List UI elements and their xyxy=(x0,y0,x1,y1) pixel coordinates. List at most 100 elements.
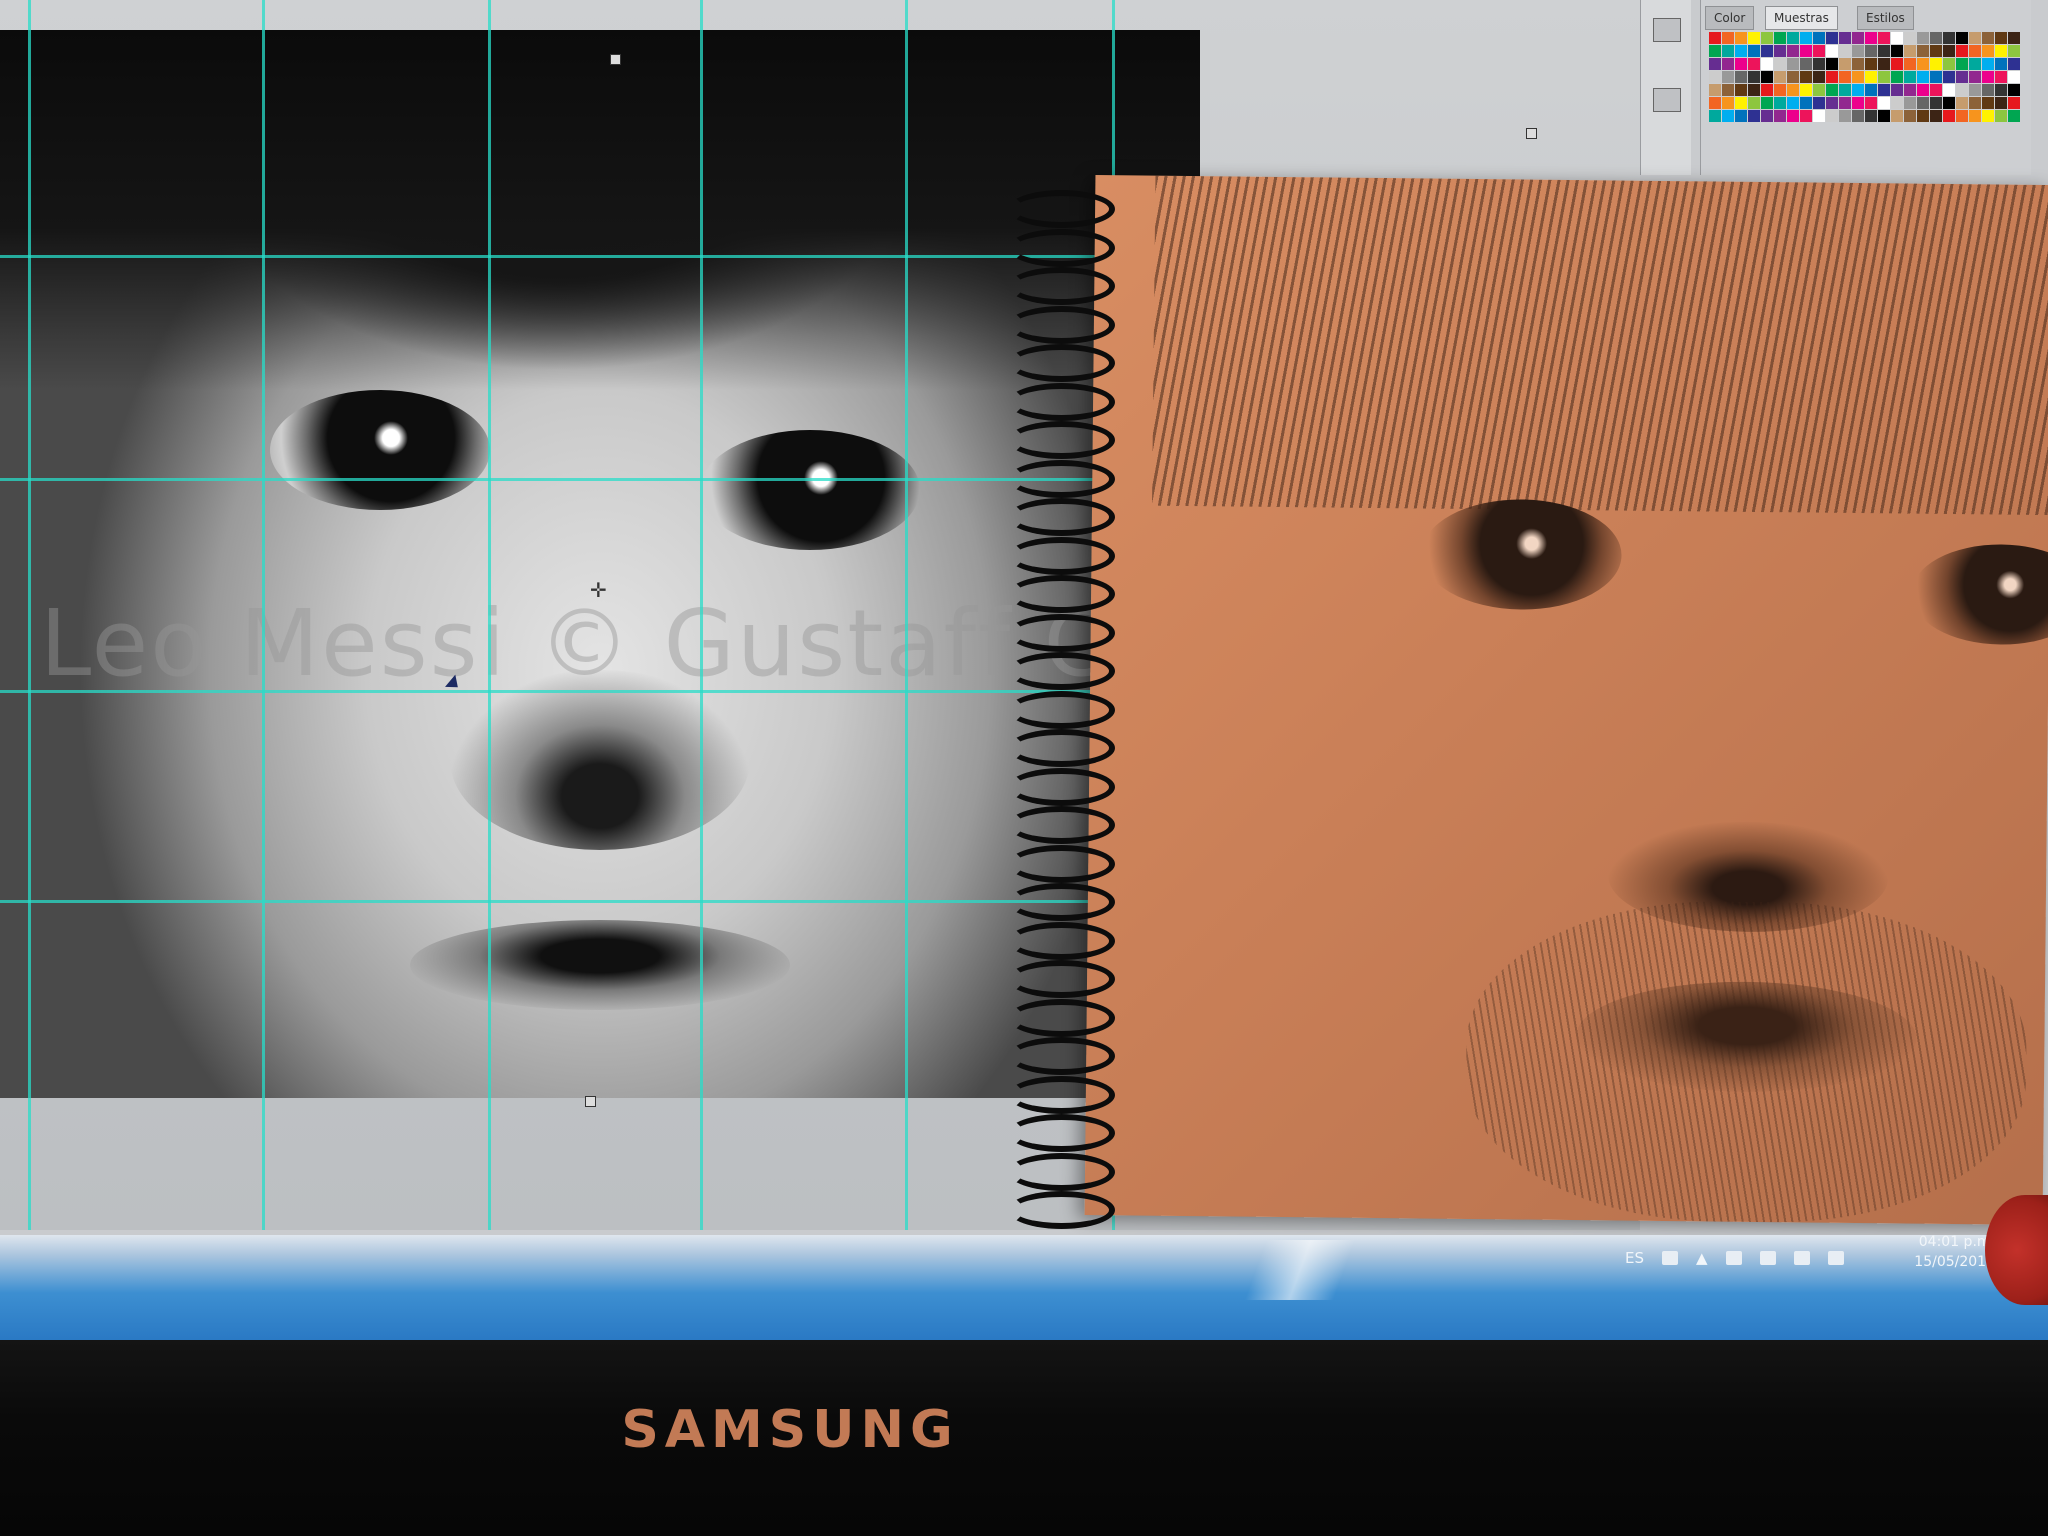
color-swatch[interactable] xyxy=(1722,71,1734,83)
color-swatch[interactable] xyxy=(1943,84,1955,96)
color-swatch[interactable] xyxy=(1917,58,1929,70)
guide-line-horizontal[interactable] xyxy=(0,255,1100,258)
color-swatch[interactable] xyxy=(1813,32,1825,44)
guide-line-vertical[interactable] xyxy=(262,0,265,1230)
network-icon[interactable] xyxy=(1759,1251,1776,1265)
color-swatch[interactable] xyxy=(1904,71,1916,83)
color-swatch[interactable] xyxy=(1826,32,1838,44)
color-swatch[interactable] xyxy=(1982,32,1994,44)
color-swatch[interactable] xyxy=(1943,32,1955,44)
color-swatch[interactable] xyxy=(1748,84,1760,96)
transform-handle[interactable] xyxy=(585,1096,596,1107)
color-swatch[interactable] xyxy=(1787,58,1799,70)
color-swatch[interactable] xyxy=(1995,32,2007,44)
color-swatch[interactable] xyxy=(1891,71,1903,83)
keyboard-icon[interactable] xyxy=(1662,1251,1678,1265)
color-swatch[interactable] xyxy=(1722,97,1734,109)
color-swatch[interactable] xyxy=(1878,58,1890,70)
color-swatch[interactable] xyxy=(2008,45,2020,57)
color-swatch[interactable] xyxy=(1774,32,1786,44)
color-swatch[interactable] xyxy=(1787,110,1799,122)
color-swatch[interactable] xyxy=(1839,71,1851,83)
color-swatch[interactable] xyxy=(2008,97,2020,109)
color-swatch[interactable] xyxy=(1852,84,1864,96)
color-swatch[interactable] xyxy=(1956,97,1968,109)
color-swatch[interactable] xyxy=(1878,32,1890,44)
color-swatch[interactable] xyxy=(2008,84,2020,96)
color-swatch[interactable] xyxy=(1787,45,1799,57)
color-swatch[interactable] xyxy=(1774,71,1786,83)
color-swatch[interactable] xyxy=(1761,45,1773,57)
color-swatch[interactable] xyxy=(1748,110,1760,122)
color-swatch[interactable] xyxy=(1930,84,1942,96)
color-swatch[interactable] xyxy=(1943,45,1955,57)
color-swatch[interactable] xyxy=(1800,110,1812,122)
color-swatch[interactable] xyxy=(1891,45,1903,57)
color-swatch[interactable] xyxy=(1761,84,1773,96)
color-swatch[interactable] xyxy=(1787,71,1799,83)
adjust-tool-icon[interactable] xyxy=(1653,88,1681,112)
color-swatch[interactable] xyxy=(1878,45,1890,57)
color-swatch[interactable] xyxy=(1969,84,1981,96)
color-swatch[interactable] xyxy=(1878,97,1890,109)
guide-line-horizontal[interactable] xyxy=(0,478,1100,481)
color-swatch[interactable] xyxy=(1904,45,1916,57)
color-swatch[interactable] xyxy=(1813,58,1825,70)
guide-line-vertical[interactable] xyxy=(488,0,491,1230)
swatch-grid[interactable] xyxy=(1709,32,2029,122)
color-swatch[interactable] xyxy=(2008,32,2020,44)
guide-line-horizontal[interactable] xyxy=(0,690,1100,693)
color-swatch[interactable] xyxy=(1956,45,1968,57)
color-swatch[interactable] xyxy=(1826,84,1838,96)
tab-color[interactable]: Color xyxy=(1705,6,1755,30)
color-swatch[interactable] xyxy=(1748,58,1760,70)
app-tray-icon[interactable] xyxy=(1827,1251,1844,1265)
tab-muestras[interactable]: Muestras xyxy=(1765,6,1838,30)
color-swatch[interactable] xyxy=(1956,110,1968,122)
color-swatch[interactable] xyxy=(1735,45,1747,57)
color-swatch[interactable] xyxy=(1917,110,1929,122)
color-swatch[interactable] xyxy=(1709,97,1721,109)
color-swatch[interactable] xyxy=(1969,32,1981,44)
taskbar-clock[interactable]: 04:01 p.m. 15/05/2012 xyxy=(1865,1232,1995,1272)
color-swatch[interactable] xyxy=(1709,110,1721,122)
color-swatch[interactable] xyxy=(1813,84,1825,96)
color-swatch[interactable] xyxy=(1722,110,1734,122)
color-swatch[interactable] xyxy=(1774,110,1786,122)
color-swatch[interactable] xyxy=(1995,71,2007,83)
color-swatch[interactable] xyxy=(1839,84,1851,96)
color-swatch[interactable] xyxy=(1852,45,1864,57)
color-swatch[interactable] xyxy=(1748,71,1760,83)
color-swatch[interactable] xyxy=(1930,45,1942,57)
show-hidden-icons-icon[interactable]: ▲ xyxy=(1696,1249,1708,1267)
color-swatch[interactable] xyxy=(1774,58,1786,70)
color-swatch[interactable] xyxy=(1774,84,1786,96)
color-swatch[interactable] xyxy=(1956,71,1968,83)
color-swatch[interactable] xyxy=(1995,58,2007,70)
color-swatch[interactable] xyxy=(1956,84,1968,96)
color-swatch[interactable] xyxy=(1852,110,1864,122)
color-swatch[interactable] xyxy=(1722,32,1734,44)
color-swatch[interactable] xyxy=(1943,110,1955,122)
color-swatch[interactable] xyxy=(1930,97,1942,109)
color-swatch[interactable] xyxy=(1995,45,2007,57)
color-swatch[interactable] xyxy=(1917,32,1929,44)
color-swatch[interactable] xyxy=(1930,110,1942,122)
transform-handle[interactable] xyxy=(610,54,621,65)
color-swatch[interactable] xyxy=(1852,58,1864,70)
color-swatch[interactable] xyxy=(1787,84,1799,96)
color-swatch[interactable] xyxy=(1891,84,1903,96)
color-swatch[interactable] xyxy=(1865,110,1877,122)
color-swatch[interactable] xyxy=(2008,71,2020,83)
color-swatch[interactable] xyxy=(1969,110,1981,122)
color-swatch[interactable] xyxy=(1982,110,1994,122)
color-swatch[interactable] xyxy=(1722,45,1734,57)
color-swatch[interactable] xyxy=(1865,58,1877,70)
color-swatch[interactable] xyxy=(1839,110,1851,122)
color-swatch[interactable] xyxy=(2008,110,2020,122)
color-swatch[interactable] xyxy=(1904,32,1916,44)
color-swatch[interactable] xyxy=(1839,97,1851,109)
color-swatch[interactable] xyxy=(1748,97,1760,109)
color-swatch[interactable] xyxy=(1943,97,1955,109)
color-swatch[interactable] xyxy=(1904,84,1916,96)
